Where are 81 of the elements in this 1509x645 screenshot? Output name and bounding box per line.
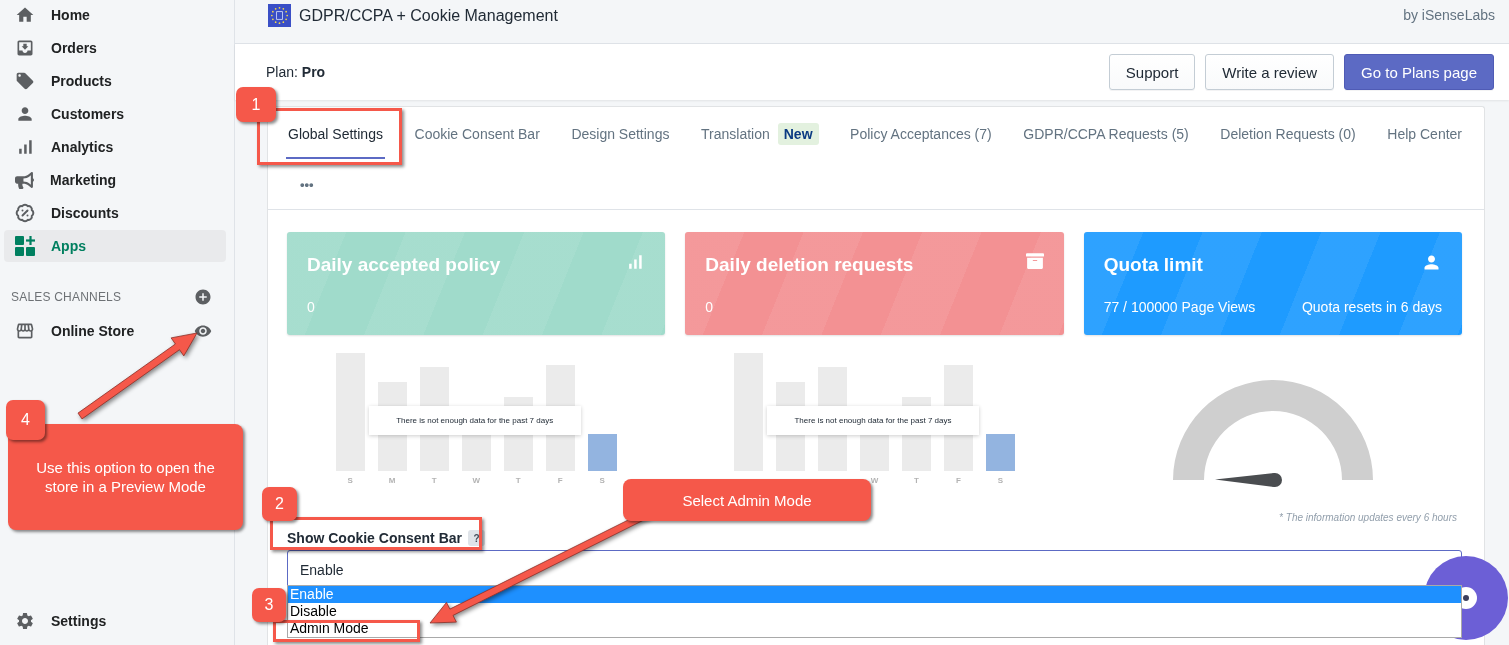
- nav-item[interactable]: Products: [4, 65, 226, 97]
- step-number: 2: [262, 487, 297, 521]
- tag-icon: [15, 71, 35, 91]
- day-label: S: [598, 476, 606, 486]
- day-label: W: [471, 476, 481, 486]
- nav-item[interactable]: Home: [4, 0, 226, 31]
- storefront-icon: [15, 321, 35, 341]
- header-button[interactable]: Write a review: [1205, 54, 1335, 90]
- megaphone-icon: [15, 170, 34, 190]
- archive-box-icon: [1025, 252, 1044, 270]
- nav-label: Discounts: [51, 205, 119, 221]
- tab[interactable]: Help Center: [1385, 107, 1464, 159]
- stat-title: Daily accepted policy: [307, 253, 501, 277]
- plan-label: Plan: Pro: [266, 64, 326, 80]
- nav-label: Apps: [51, 238, 86, 254]
- vendor-credit: by iSenseLabs: [1403, 6, 1495, 25]
- plans-button[interactable]: Go to Plans page: [1344, 54, 1494, 90]
- callout-note: Use this option to open the store in a Preview Mode: [8, 424, 243, 530]
- tab[interactable]: Global Settings: [286, 107, 385, 159]
- empty-data-notice: There is not enough data for the past 7 days: [767, 406, 979, 435]
- step-number: 3: [252, 588, 286, 622]
- eye-icon[interactable]: [194, 322, 212, 340]
- day-label: F: [955, 476, 962, 486]
- nav-label: Online Store: [51, 323, 135, 339]
- settings-icon: [15, 611, 35, 631]
- nav-item[interactable]: Orders: [4, 32, 226, 64]
- callout-note: Select Admin Mode: [623, 479, 871, 521]
- tab[interactable]: Policy Acceptances (7): [848, 107, 994, 159]
- nav-label: Products: [51, 73, 112, 89]
- stat-note: Quota resets in 6 days: [1301, 298, 1442, 316]
- day-label: F: [556, 476, 564, 486]
- grid-plus-icon: [15, 236, 35, 256]
- nav-item[interactable]: Discounts: [4, 197, 226, 229]
- field-label: Show Cookie Consent Bar: [287, 530, 463, 546]
- chart-bar: [587, 434, 617, 471]
- step-number: 1: [236, 87, 276, 122]
- header-button[interactable]: Support: [1108, 54, 1196, 90]
- percent-badge-icon: [15, 203, 35, 223]
- update-footnote: * The information updates every 6 hours: [1278, 512, 1458, 524]
- step-number: 4: [6, 400, 45, 440]
- day-label: S: [346, 476, 354, 486]
- tray-arrow-icon: [15, 38, 35, 58]
- app-title: GDPR/CCPA + Cookie Management: [299, 6, 558, 26]
- nav-item[interactable]: Analytics: [4, 131, 226, 163]
- day-label: T: [514, 476, 522, 486]
- nav-label: Analytics: [51, 139, 114, 155]
- day-label: T: [913, 476, 920, 486]
- new-badge: New: [777, 123, 819, 145]
- stat-value: 0: [705, 298, 714, 316]
- chart-bar: [986, 434, 1015, 471]
- tab[interactable]: Deletion Requests (0): [1218, 107, 1358, 159]
- nav-item[interactable]: Marketing: [4, 164, 226, 196]
- nav-label: Settings: [51, 613, 107, 629]
- tab[interactable]: Translation New: [699, 107, 821, 159]
- section-heading: SALES CHANNELS: [11, 290, 122, 304]
- nav-item[interactable]: Online Store: [4, 315, 226, 347]
- stat-value: 77 / 100000 Page Views: [1103, 298, 1256, 316]
- nav-item[interactable]: Apps: [4, 230, 226, 262]
- nav-label: Marketing: [50, 172, 117, 188]
- more-tabs-button[interactable]: •••: [300, 176, 314, 192]
- nav-item[interactable]: Settings: [4, 605, 226, 637]
- day-label: M: [387, 476, 397, 486]
- day-label: S: [996, 476, 1005, 486]
- day-label: T: [430, 476, 438, 486]
- tab[interactable]: Cookie Consent Bar: [412, 107, 542, 159]
- nav-item[interactable]: Customers: [4, 98, 226, 130]
- empty-data-notice: There is not enough data for the past 7 days: [368, 406, 581, 435]
- stat-title: Daily deletion requests: [705, 253, 914, 277]
- dropdown-option[interactable]: Admin Mode: [288, 620, 371, 637]
- dropdown-option[interactable]: Disable: [288, 603, 339, 620]
- gauge-needle: [1214, 473, 1282, 487]
- stat-value: 0: [307, 298, 315, 316]
- stat-title: Quota limit: [1103, 253, 1203, 277]
- nav-label: Customers: [51, 106, 125, 122]
- tab[interactable]: Design Settings: [569, 107, 672, 159]
- day-label: W: [869, 476, 880, 486]
- nav-label: Orders: [51, 40, 97, 56]
- tab[interactable]: GDPR/CCPA Requests (5): [1021, 107, 1191, 159]
- nav-label: Home: [51, 7, 90, 23]
- stars-logo-icon: [268, 4, 291, 27]
- home-icon: [15, 5, 35, 25]
